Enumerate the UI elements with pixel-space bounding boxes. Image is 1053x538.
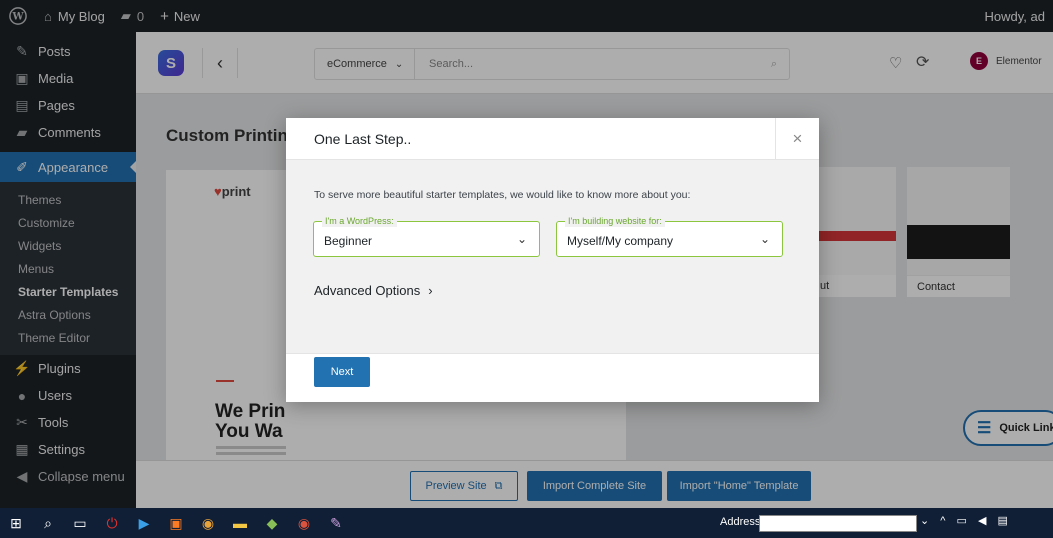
chevron-down-icon: ⌄ — [759, 232, 770, 246]
browser-app-icon[interactable]: ◉ — [288, 508, 320, 538]
windows-start-icon[interactable]: ⊞ — [0, 508, 32, 538]
one-last-step-dialog: One Last Step.. × To serve more beautifu… — [286, 118, 819, 402]
dialog-footer: Next — [286, 353, 819, 402]
close-button[interactable]: × — [775, 118, 819, 160]
chrome-app-icon[interactable]: ◉ — [192, 508, 224, 538]
paint-app-icon[interactable]: ✎ — [320, 508, 352, 538]
xampp-app-icon[interactable]: ▣ — [160, 508, 192, 538]
windows-taskbar: ⊞ ⌕ ▭ ⏻ ▶ ▣ ◉ ▬ ◆ ◉ ✎ Address ⌄ ^ ▭ ◀ ▤ — [0, 508, 1053, 538]
chevron-down-icon: ⌄ — [516, 232, 527, 246]
folder-app-icon[interactable]: ◆ — [256, 508, 288, 538]
power-app-icon[interactable]: ⏻ — [96, 508, 128, 538]
address-label: Address — [720, 516, 761, 528]
selected-value: Myself/My company — [567, 234, 674, 248]
terminal-app-icon[interactable]: ▶ — [128, 508, 160, 538]
advanced-options-label: Advanced Options — [314, 283, 421, 298]
file-explorer-icon[interactable]: ▬ — [224, 508, 256, 538]
next-button[interactable]: Next — [314, 357, 370, 387]
task-view-icon[interactable]: ▭ — [64, 508, 96, 538]
chevron-right-icon: › — [428, 283, 433, 298]
dialog-body: To serve more beautiful starter template… — [286, 160, 819, 353]
dialog-header: One Last Step.. × — [286, 118, 819, 160]
advanced-options-toggle[interactable]: Advanced Options › — [314, 283, 433, 298]
field-legend: I'm building website for: — [565, 215, 665, 227]
dialog-title: One Last Step.. — [314, 130, 412, 147]
close-icon: × — [792, 129, 803, 148]
website-for-select[interactable]: I'm building website for: Myself/My comp… — [556, 215, 783, 257]
dialog-intro-text: To serve more beautiful starter template… — [314, 189, 691, 201]
search-icon[interactable]: ⌕ — [32, 508, 64, 538]
address-input[interactable] — [759, 515, 917, 532]
system-tray-icons[interactable]: ⌄ ^ ▭ ◀ ▤ — [920, 514, 1012, 527]
field-legend: I'm a WordPress: — [322, 215, 397, 227]
wordpress-level-select[interactable]: I'm a WordPress: Beginner ⌄ — [313, 215, 540, 257]
selected-value: Beginner — [324, 234, 373, 248]
